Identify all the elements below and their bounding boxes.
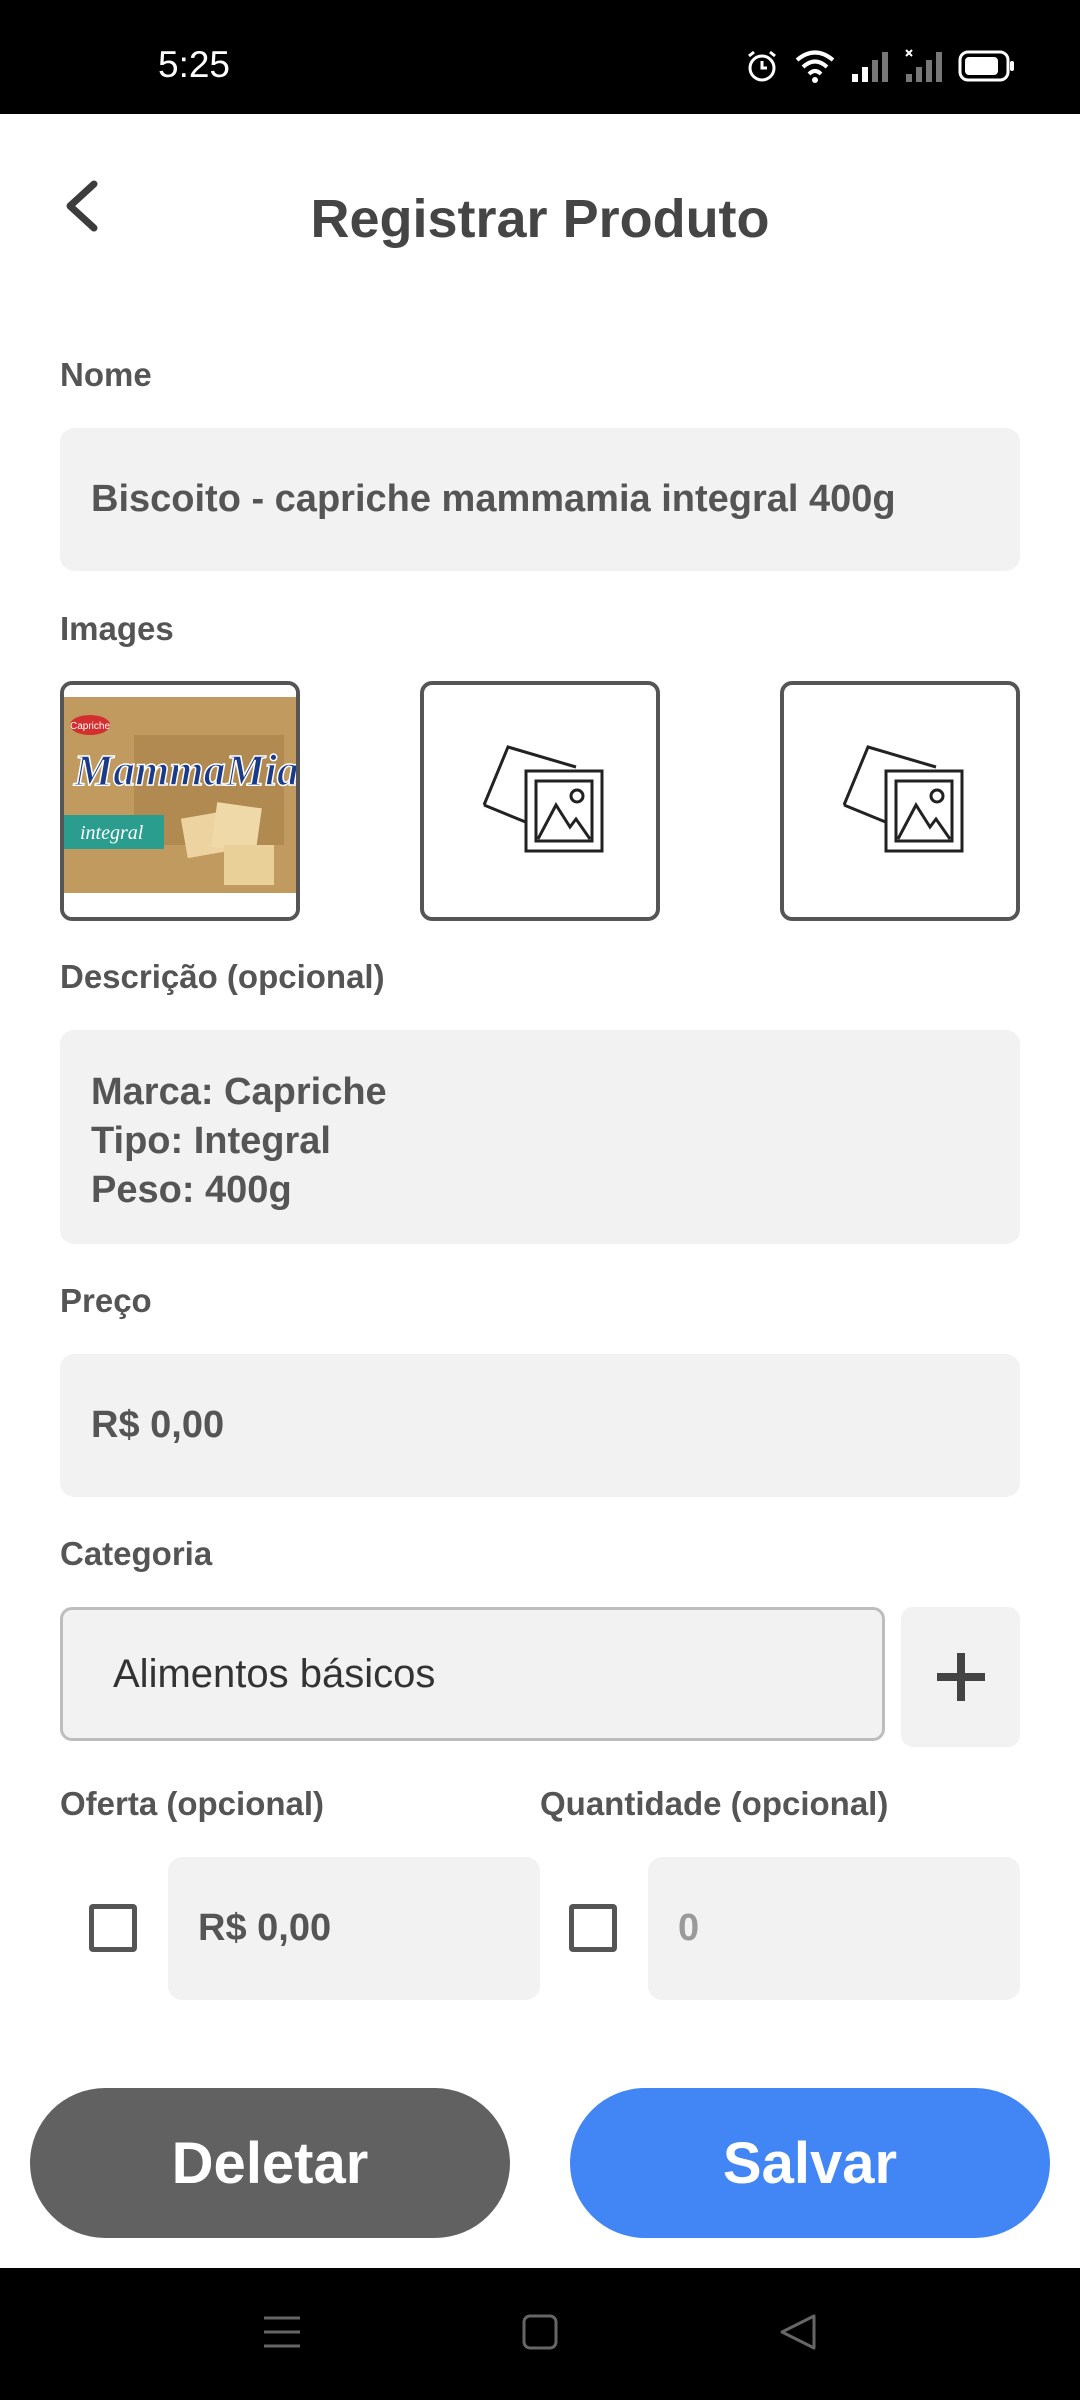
delete-button[interactable]: Deletar [30, 2088, 510, 2238]
battery-icon [958, 50, 1014, 82]
status-time: 5:25 [158, 44, 231, 85]
signal-icon [852, 52, 888, 82]
price-value: R$ 0,00 [91, 1404, 225, 1446]
image-slot-1[interactable]: Capriche MammaMia integral [60, 681, 300, 921]
alarm-icon [748, 50, 776, 82]
image-variant: integral [80, 822, 144, 844]
images-label: Images [60, 610, 174, 647]
page-title: Registrar Produto [310, 189, 770, 249]
description-line: Peso: 400g [91, 1169, 292, 1211]
name-value: Biscoito - capriche mammamia integral 40… [91, 478, 896, 520]
offer-value: R$ 0,00 [198, 1907, 332, 1949]
description-label: Descrição (opcional) [60, 958, 385, 995]
wifi-icon [795, 50, 835, 83]
system-nav-bar [0, 2268, 1080, 2400]
signal-2-icon [905, 49, 942, 82]
add-image-icon [842, 745, 964, 853]
category-select[interactable]: Alimentos básicos [60, 1607, 885, 1741]
category-value: Alimentos básicos [113, 1651, 436, 1696]
plus-icon [936, 1653, 985, 1701]
image-brand: MammaMia [73, 746, 296, 795]
description-line: Tipo: Integral [91, 1120, 331, 1162]
image-slot-2[interactable] [420, 681, 660, 921]
name-label: Nome [60, 356, 152, 393]
save-button[interactable]: Salvar [570, 2088, 1050, 2238]
image-brand-small: Capriche [70, 721, 110, 732]
home-icon[interactable] [520, 2312, 560, 2352]
quantity-field[interactable]: 0 [648, 1857, 1020, 2000]
offer-label: Oferta (opcional) [60, 1785, 325, 1822]
quantity-placeholder: 0 [678, 1907, 700, 1949]
menu-icon[interactable] [262, 2312, 302, 2352]
quantity-label: Quantidade (opcional) [540, 1785, 889, 1822]
status-bar: 5:25 [0, 0, 1080, 114]
price-label: Preço [60, 1282, 152, 1319]
image-slot-3[interactable] [780, 681, 1020, 921]
category-label: Categoria [60, 1535, 213, 1572]
product-image: Capriche MammaMia integral [64, 685, 296, 917]
quantity-checkbox[interactable] [569, 1904, 617, 1952]
back-nav-icon[interactable] [778, 2312, 818, 2352]
name-field[interactable]: Biscoito - capriche mammamia integral 40… [60, 428, 1020, 571]
add-category-button[interactable] [901, 1607, 1020, 1747]
description-field[interactable]: Marca: Capriche Tipo: Integral Peso: 400… [60, 1030, 1020, 1244]
status-icons [744, 46, 1016, 86]
description-line: Marca: Capriche [91, 1071, 387, 1113]
offer-field[interactable]: R$ 0,00 [168, 1857, 540, 2000]
add-image-icon [482, 745, 604, 853]
offer-checkbox[interactable] [89, 1904, 137, 1952]
price-field[interactable]: R$ 0,00 [60, 1354, 1020, 1497]
